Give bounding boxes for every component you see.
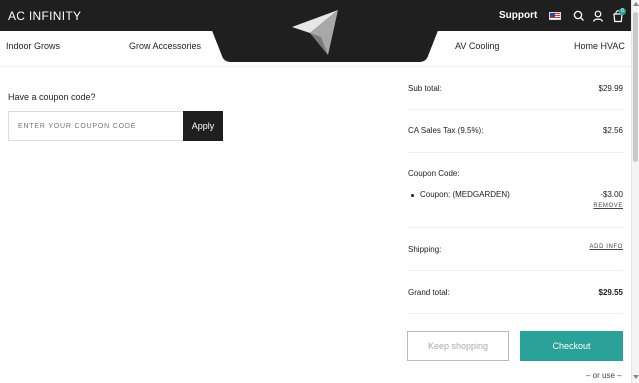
account-icon[interactable] bbox=[591, 9, 605, 23]
tax-label: CA Sales Tax (9.5%): bbox=[408, 126, 484, 135]
bullet-dot bbox=[411, 194, 414, 197]
summary-divider bbox=[408, 313, 623, 314]
summary-divider bbox=[408, 227, 623, 228]
us-flag-icon[interactable] bbox=[549, 12, 561, 20]
page-scrollbar[interactable] bbox=[631, 0, 639, 383]
scrollbar-thumb[interactable] bbox=[633, 12, 638, 162]
nav-grow-accessories[interactable]: Grow Accessories bbox=[129, 41, 201, 51]
applied-coupon-label: Coupon: (MEDGARDEN) bbox=[420, 190, 510, 199]
nav-divider bbox=[0, 66, 631, 67]
checkout-button[interactable]: Checkout bbox=[520, 331, 623, 361]
brand-name[interactable]: AC INFINITY bbox=[8, 9, 81, 23]
grand-total-label: Grand total: bbox=[408, 288, 450, 297]
nav-indoor-grows[interactable]: Indoor Grows bbox=[6, 41, 60, 51]
grand-total-value: $29.55 bbox=[598, 288, 623, 297]
summary-divider bbox=[408, 270, 623, 271]
applied-coupon-value: -$3.00 bbox=[600, 190, 623, 199]
add-info-link[interactable]: ADD INFO bbox=[590, 244, 623, 250]
subtotal-value: $29.99 bbox=[598, 84, 623, 93]
apply-coupon-button[interactable]: Apply bbox=[183, 111, 223, 141]
coupon-code-label: Coupon Code: bbox=[408, 169, 460, 178]
scroll-up-arrow-icon[interactable] bbox=[633, 2, 639, 6]
logo-band bbox=[200, 0, 450, 62]
search-icon[interactable] bbox=[572, 9, 586, 23]
tax-value: $2.56 bbox=[602, 126, 623, 135]
nav-av-cooling[interactable]: AV Cooling bbox=[455, 41, 499, 51]
cart-count-badge: 0 bbox=[619, 8, 626, 15]
scroll-down-arrow-icon[interactable] bbox=[633, 375, 639, 379]
summary-divider bbox=[408, 109, 623, 110]
subtotal-label: Sub total: bbox=[408, 84, 442, 93]
coupon-code-input[interactable] bbox=[8, 111, 184, 141]
or-use-label: – or use – bbox=[586, 371, 622, 380]
remove-coupon-link[interactable]: REMOVE bbox=[593, 203, 623, 209]
shipping-label: Shipping: bbox=[408, 245, 442, 254]
nav-home-hvac[interactable]: Home HVAC bbox=[574, 41, 625, 51]
summary-divider bbox=[408, 152, 623, 153]
coupon-question: Have a coupon code? bbox=[8, 92, 96, 102]
keep-shopping-button[interactable]: Keep shopping bbox=[407, 331, 509, 361]
support-link[interactable]: Support bbox=[499, 10, 537, 21]
